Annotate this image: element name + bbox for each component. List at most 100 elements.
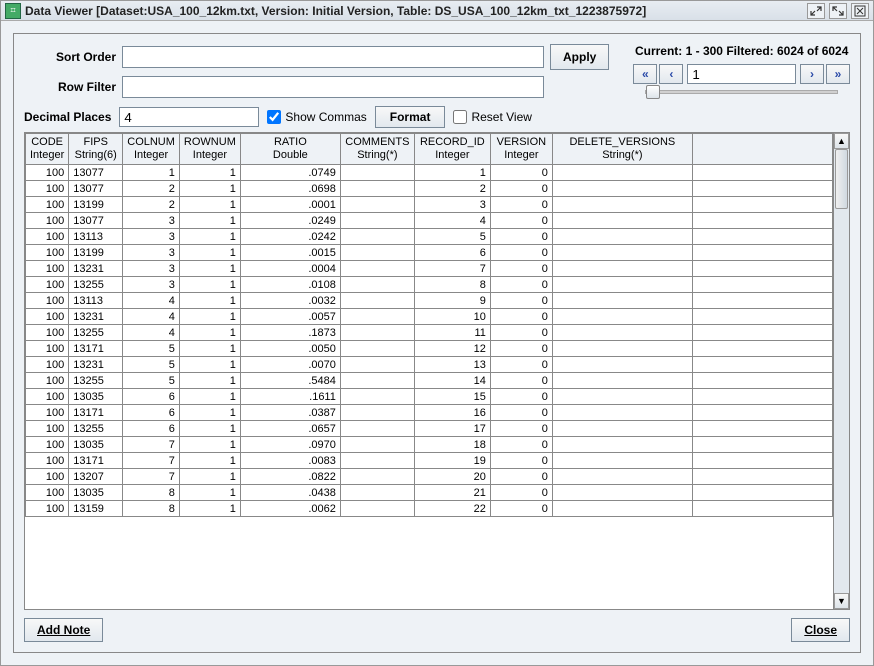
cell-version[interactable]: 0: [490, 485, 552, 501]
cell-delete_versions[interactable]: [552, 357, 692, 373]
cell-rownum[interactable]: 1: [179, 181, 240, 197]
cell-record_id[interactable]: 15: [414, 389, 490, 405]
cell-record_id[interactable]: 12: [414, 341, 490, 357]
cell-colnum[interactable]: 4: [123, 309, 180, 325]
table-row[interactable]: 1001320771.0822200: [26, 469, 833, 485]
cell-fips[interactable]: 13255: [69, 325, 123, 341]
table-row[interactable]: 1001311331.024250: [26, 229, 833, 245]
cell-code[interactable]: 100: [26, 309, 69, 325]
cell-fips[interactable]: 13199: [69, 197, 123, 213]
page-slider[interactable]: [633, 90, 850, 94]
cell-colnum[interactable]: 3: [123, 245, 180, 261]
cell-code[interactable]: 100: [26, 373, 69, 389]
cell-ratio[interactable]: .0657: [240, 421, 340, 437]
decimal-places-input[interactable]: [119, 107, 259, 127]
cell-colnum[interactable]: 5: [123, 373, 180, 389]
table-row[interactable]: 1001319921.000130: [26, 197, 833, 213]
cell-version[interactable]: 0: [490, 389, 552, 405]
cell-fips[interactable]: 13113: [69, 229, 123, 245]
cell-version[interactable]: 0: [490, 421, 552, 437]
cell-colnum[interactable]: 8: [123, 501, 180, 517]
vertical-scrollbar[interactable]: ▲ ▼: [833, 133, 849, 609]
cell-colnum[interactable]: 4: [123, 325, 180, 341]
cell-colnum[interactable]: 3: [123, 277, 180, 293]
column-header-code[interactable]: CODEInteger: [26, 134, 69, 165]
cell-rownum[interactable]: 1: [179, 453, 240, 469]
cell-comments[interactable]: [340, 357, 414, 373]
cell-comments[interactable]: [340, 277, 414, 293]
show-commas-input[interactable]: [267, 110, 281, 124]
cell-rownum[interactable]: 1: [179, 213, 240, 229]
cell-code[interactable]: 100: [26, 245, 69, 261]
cell-fips[interactable]: 13077: [69, 213, 123, 229]
cell-ratio[interactable]: .0749: [240, 165, 340, 181]
apply-button[interactable]: Apply: [550, 44, 609, 70]
cell-delete_versions[interactable]: [552, 277, 692, 293]
cell-code[interactable]: 100: [26, 357, 69, 373]
cell-ratio[interactable]: .0822: [240, 469, 340, 485]
cell-comments[interactable]: [340, 485, 414, 501]
cell-record_id[interactable]: 3: [414, 197, 490, 213]
cell-colnum[interactable]: 2: [123, 197, 180, 213]
cell-comments[interactable]: [340, 229, 414, 245]
cell-delete_versions[interactable]: [552, 181, 692, 197]
cell-fips[interactable]: 13171: [69, 453, 123, 469]
cell-ratio[interactable]: .0057: [240, 309, 340, 325]
cell-fips[interactable]: 13113: [69, 293, 123, 309]
cell-colnum[interactable]: 3: [123, 229, 180, 245]
cell-record_id[interactable]: 16: [414, 405, 490, 421]
cell-ratio[interactable]: .1611: [240, 389, 340, 405]
maximize-button[interactable]: [829, 3, 847, 19]
cell-colnum[interactable]: 6: [123, 389, 180, 405]
cell-record_id[interactable]: 2: [414, 181, 490, 197]
cell-code[interactable]: 100: [26, 229, 69, 245]
cell-comments[interactable]: [340, 165, 414, 181]
cell-comments[interactable]: [340, 389, 414, 405]
cell-comments[interactable]: [340, 197, 414, 213]
cell-rownum[interactable]: 1: [179, 197, 240, 213]
table-row[interactable]: 1001311341.003290: [26, 293, 833, 309]
cell-comments[interactable]: [340, 181, 414, 197]
cell-ratio[interactable]: .0108: [240, 277, 340, 293]
table-row[interactable]: 1001323131.000470: [26, 261, 833, 277]
cell-code[interactable]: 100: [26, 485, 69, 501]
cell-code[interactable]: 100: [26, 453, 69, 469]
cell-record_id[interactable]: 9: [414, 293, 490, 309]
table-row[interactable]: 1001307721.069820: [26, 181, 833, 197]
cell-rownum[interactable]: 1: [179, 261, 240, 277]
cell-ratio[interactable]: .0698: [240, 181, 340, 197]
cell-code[interactable]: 100: [26, 501, 69, 517]
cell-rownum[interactable]: 1: [179, 485, 240, 501]
cell-record_id[interactable]: 18: [414, 437, 490, 453]
cell-code[interactable]: 100: [26, 261, 69, 277]
cell-delete_versions[interactable]: [552, 245, 692, 261]
cell-version[interactable]: 0: [490, 261, 552, 277]
last-page-button[interactable]: »: [826, 64, 850, 84]
cell-fips[interactable]: 13199: [69, 245, 123, 261]
cell-delete_versions[interactable]: [552, 421, 692, 437]
cell-ratio[interactable]: .1873: [240, 325, 340, 341]
cell-fips[interactable]: 13035: [69, 389, 123, 405]
cell-rownum[interactable]: 1: [179, 341, 240, 357]
cell-colnum[interactable]: 5: [123, 341, 180, 357]
cell-version[interactable]: 0: [490, 181, 552, 197]
cell-rownum[interactable]: 1: [179, 389, 240, 405]
cell-delete_versions[interactable]: [552, 309, 692, 325]
cell-code[interactable]: 100: [26, 181, 69, 197]
cell-comments[interactable]: [340, 325, 414, 341]
cell-colnum[interactable]: 1: [123, 165, 180, 181]
cell-version[interactable]: 0: [490, 501, 552, 517]
cell-colnum[interactable]: 4: [123, 293, 180, 309]
cell-rownum[interactable]: 1: [179, 405, 240, 421]
cell-fips[interactable]: 13035: [69, 485, 123, 501]
cell-comments[interactable]: [340, 501, 414, 517]
cell-code[interactable]: 100: [26, 165, 69, 181]
cell-ratio[interactable]: .0438: [240, 485, 340, 501]
column-header-comments[interactable]: COMMENTSString(*): [340, 134, 414, 165]
scroll-down-button[interactable]: ▼: [834, 593, 849, 609]
cell-version[interactable]: 0: [490, 341, 552, 357]
cell-fips[interactable]: 13207: [69, 469, 123, 485]
cell-version[interactable]: 0: [490, 437, 552, 453]
table-row[interactable]: 1001325531.010880: [26, 277, 833, 293]
table-row[interactable]: 1001303561.1611150: [26, 389, 833, 405]
